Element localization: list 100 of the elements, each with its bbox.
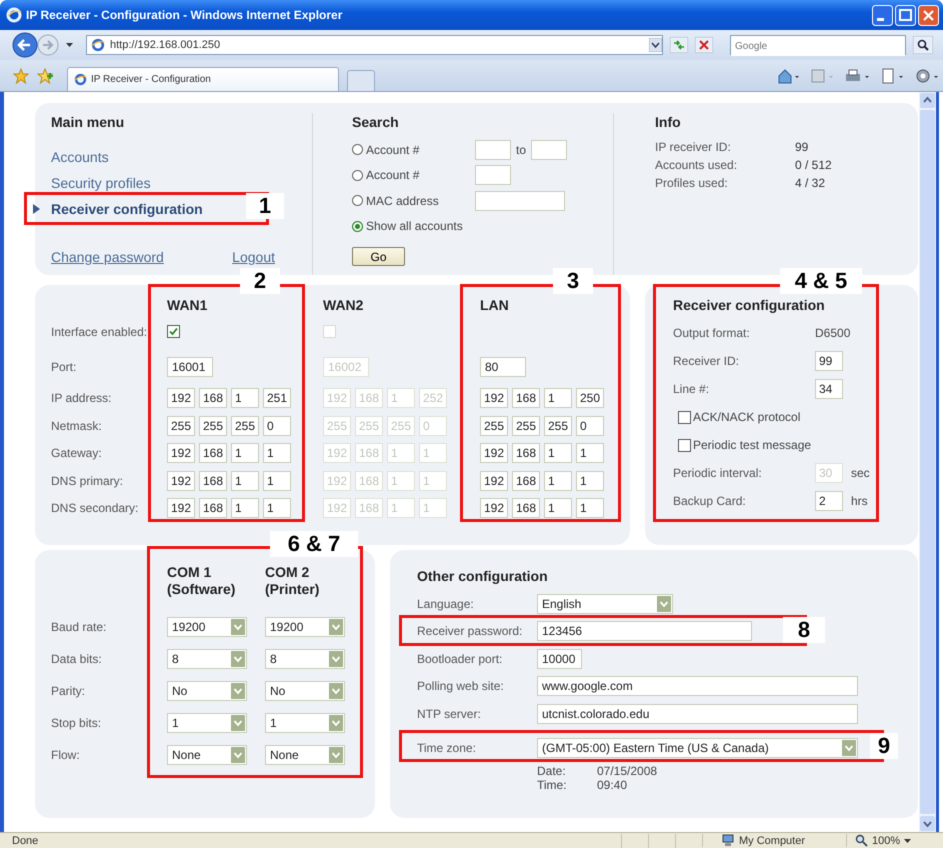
checkbox[interactable] — [167, 325, 180, 338]
octet-field[interactable]: 192 — [167, 443, 195, 463]
zoom-icon[interactable] — [855, 834, 868, 847]
print-icon[interactable] — [845, 68, 869, 84]
octet-field[interactable]: 1 — [576, 498, 604, 518]
octet-field[interactable]: 168 — [199, 443, 227, 463]
select-dropdown[interactable]: None — [265, 745, 345, 765]
select-dropdown[interactable]: No — [167, 681, 247, 701]
text-field[interactable] — [475, 165, 511, 186]
zoom-level[interactable]: 100% — [872, 834, 900, 846]
go-button[interactable]: Go — [352, 247, 405, 266]
octet-field[interactable]: 168 — [512, 388, 540, 408]
octet-field[interactable]: 1 — [231, 443, 259, 463]
text-field[interactable]: utcnist.colorado.edu — [537, 704, 858, 724]
select-dropdown[interactable]: 8 — [167, 649, 247, 669]
home-icon[interactable] — [777, 68, 799, 84]
octet-field[interactable]: 1 — [231, 388, 259, 408]
checkbox-option[interactable]: Periodic test message — [678, 438, 812, 452]
octet-field[interactable]: 192 — [167, 498, 195, 518]
select-dropdown[interactable]: 1 — [265, 713, 345, 733]
octet-field[interactable]: 168 — [199, 498, 227, 518]
scroll-down-icon[interactable] — [920, 816, 935, 831]
radio-button[interactable] — [352, 220, 363, 232]
text-field[interactable] — [475, 190, 565, 211]
text-field[interactable] — [531, 140, 568, 160]
checkbox-option[interactable]: ACK/NACK protocol — [678, 410, 800, 424]
octet-field[interactable]: 1 — [576, 443, 604, 463]
settings-icon[interactable] — [915, 68, 939, 84]
number-field[interactable]: 34 — [815, 379, 843, 399]
octet-field[interactable]: 1 — [576, 470, 604, 490]
radio-label[interactable]: MAC address — [366, 194, 439, 208]
scroll-up-icon[interactable] — [920, 93, 935, 108]
radio-label[interactable]: Account # — [366, 142, 420, 157]
text-field[interactable]: 10000 — [537, 648, 582, 669]
octet-field[interactable]: 168 — [512, 443, 540, 463]
menu-item[interactable]: Receiver configuration — [33, 196, 203, 222]
menu-link[interactable]: Logout — [232, 248, 275, 266]
select-dropdown[interactable]: 19200 — [265, 617, 345, 637]
octet-field[interactable]: 1 — [544, 470, 572, 490]
text-field[interactable]: www.google.com — [537, 676, 858, 696]
address-field[interactable]: http://192.168.001.250 — [86, 35, 663, 55]
octet-field[interactable]: 192 — [480, 498, 508, 518]
octet-field[interactable]: 255 — [544, 416, 572, 436]
octet-field[interactable]: 255 — [231, 416, 259, 436]
refresh-icon[interactable] — [670, 37, 688, 53]
stop-icon[interactable] — [695, 37, 713, 53]
port-field[interactable]: 80 — [480, 357, 526, 377]
octet-field[interactable]: 192 — [480, 388, 508, 408]
octet-field[interactable]: 1 — [231, 470, 259, 490]
caret-icon[interactable] — [66, 43, 73, 47]
radio-label[interactable]: Account # — [366, 168, 420, 182]
star-icon[interactable] — [13, 68, 29, 84]
dropdown-icon[interactable] — [649, 38, 662, 52]
octet-field[interactable]: 1 — [544, 388, 572, 408]
back-button[interactable] — [12, 32, 38, 58]
select-dropdown[interactable]: None — [167, 745, 247, 765]
scroll-thumb[interactable] — [920, 110, 935, 814]
browser-tab[interactable]: IP Receiver - Configuration — [67, 67, 339, 91]
menu-item[interactable]: Accounts — [33, 144, 109, 170]
octet-field[interactable]: 192 — [167, 388, 195, 408]
add-favorite-icon[interactable] — [37, 68, 53, 84]
radio-button[interactable] — [352, 144, 363, 156]
octet-field[interactable]: 251 — [263, 388, 291, 408]
octet-field[interactable]: 168 — [199, 388, 227, 408]
number-field[interactable]: 99 — [815, 351, 843, 371]
octet-field[interactable]: 168 — [199, 470, 227, 490]
text-field[interactable] — [475, 140, 511, 160]
select-dropdown[interactable]: (GMT-05:00) Eastern Time (US & Canada) — [537, 738, 858, 758]
search-field[interactable]: Google — [730, 35, 906, 55]
minimize-button[interactable] — [872, 4, 893, 26]
octet-field[interactable]: 255 — [167, 416, 195, 436]
page-menu-icon[interactable] — [881, 68, 903, 84]
radio-button[interactable] — [352, 170, 363, 181]
octet-field[interactable]: 1 — [263, 498, 291, 518]
octet-field[interactable]: 255 — [512, 416, 540, 436]
radio-button[interactable] — [352, 195, 363, 206]
octet-field[interactable]: 1 — [544, 498, 572, 518]
scrollbar[interactable] — [919, 92, 939, 832]
maximize-button[interactable] — [895, 4, 916, 26]
menu-link[interactable]: Change password — [51, 248, 164, 266]
select-dropdown[interactable]: 1 — [167, 713, 247, 733]
search-icon[interactable] — [913, 36, 933, 54]
menu-item[interactable]: Security profiles — [33, 170, 151, 196]
octet-field[interactable]: 255 — [480, 416, 508, 436]
octet-field[interactable]: 255 — [199, 416, 227, 436]
octet-field[interactable]: 168 — [512, 470, 540, 490]
text-field[interactable]: 123456 — [537, 621, 752, 642]
number-field[interactable]: 2 — [815, 491, 843, 511]
select-dropdown[interactable]: English — [537, 594, 673, 614]
octet-field[interactable]: 192 — [480, 470, 508, 490]
octet-field[interactable]: 1 — [231, 498, 259, 518]
select-dropdown[interactable]: No — [265, 681, 345, 701]
caret-icon[interactable] — [904, 838, 912, 842]
radio-label[interactable]: Show all accounts — [366, 219, 463, 234]
octet-field[interactable]: 1 — [263, 470, 291, 490]
octet-field[interactable]: 250 — [576, 388, 604, 408]
close-button[interactable] — [918, 4, 939, 26]
octet-field[interactable]: 0 — [263, 416, 291, 436]
octet-field[interactable]: 1 — [544, 443, 572, 463]
octet-field[interactable]: 0 — [576, 416, 604, 436]
